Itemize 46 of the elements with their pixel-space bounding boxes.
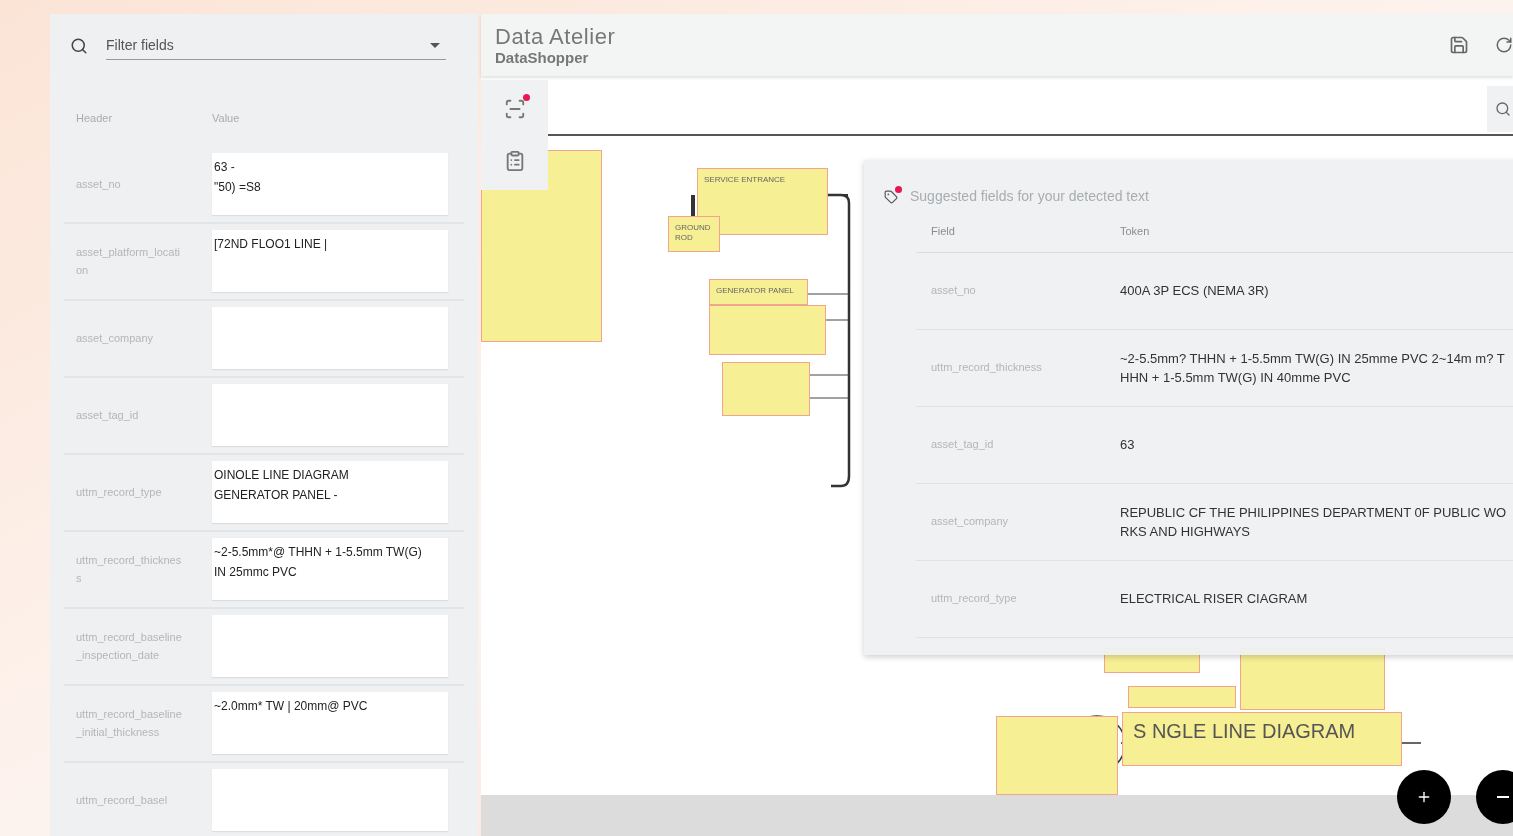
- column-header: Value: [212, 111, 240, 126]
- suggested-token[interactable]: ELECTRICAL RISER CIAGRAM: [1120, 589, 1510, 608]
- caret-icon: [430, 43, 440, 48]
- value-field[interactable]: 63 - "50) =S8: [212, 153, 448, 215]
- value-field[interactable]: [212, 384, 448, 446]
- field-name: asset_tag_id: [930, 437, 995, 453]
- value-field[interactable]: ~2-5.5mm*@ THHN + 1-5.5mm TW(G) IN 25mmc PVC: [212, 538, 448, 600]
- value-field[interactable]: OINOLE LINE DIAGRAM GENERATOR PANEL -: [212, 461, 448, 523]
- column-header: Field: [930, 224, 956, 239]
- canvas-search-button[interactable]: [1487, 86, 1513, 132]
- detected-text[interactable]: GENERATOR PANEL: [709, 279, 808, 305]
- field-label: asset_platform_location: [76, 245, 181, 278]
- field-name: asset_company: [930, 514, 1010, 530]
- field-label: uttm_record_type: [76, 485, 163, 500]
- refresh-icon[interactable]: [1495, 36, 1513, 54]
- field-label: uttm_record_baseline_initial_thickness: [76, 707, 183, 740]
- column-header: Header: [76, 111, 114, 126]
- detected-text[interactable]: S NGLE LINE DIAGRAM: [1122, 712, 1402, 766]
- search-icon: [1495, 101, 1511, 117]
- detected-text[interactable]: GROUND ROD: [668, 216, 720, 252]
- column-header: Token: [1120, 224, 1150, 239]
- save-icon[interactable]: [1449, 35, 1469, 55]
- value-field[interactable]: [72ND FLOO1 LINE |: [212, 230, 448, 292]
- suggested-token[interactable]: 63: [1120, 435, 1510, 454]
- value-field[interactable]: ~2.0mm* TW | 20mm@ PVC: [212, 692, 448, 754]
- value-field[interactable]: [212, 307, 448, 369]
- plus-icon: [1416, 789, 1432, 805]
- minus-icon: [1497, 796, 1509, 798]
- search-icon: [70, 37, 88, 55]
- app-title: Data Atelier: [495, 25, 616, 48]
- value-field[interactable]: [212, 769, 448, 831]
- field-label: uttm_record_baseline_inspection_date: [76, 630, 183, 663]
- field-name: uttm_record_thickness: [930, 360, 1043, 376]
- field-label: asset_tag_id: [76, 408, 140, 423]
- field-label: asset_no: [76, 177, 122, 192]
- field-label: asset_company: [76, 331, 155, 346]
- field-name: uttm_record_type: [930, 591, 1018, 607]
- field-label: uttm_record_basel: [76, 793, 169, 808]
- app-subtitle: DataShopper: [495, 49, 590, 65]
- suggested-token[interactable]: REPUBLIC CF THE PHILIPPINES DEPARTMENT 0F PUBLIC WO RKS AND HIGHWAYS: [1120, 502, 1510, 541]
- suggested-token[interactable]: ~2-5.5mm? THHN + 1-5.5mm TW(G) IN 25mme PVC 2~14m m? THHN + 1-5.5mm TW(G) IN 40mme PVC: [1120, 348, 1510, 387]
- suggested-token[interactable]: 400A 3P ECS (NEMA 3R): [1120, 281, 1510, 300]
- field-name: asset_no: [930, 283, 977, 299]
- popup-title: Suggested fields for your detected text: [910, 187, 1149, 206]
- filter-field[interactable]: Filter fields: [106, 35, 430, 56]
- value-field[interactable]: [212, 615, 448, 677]
